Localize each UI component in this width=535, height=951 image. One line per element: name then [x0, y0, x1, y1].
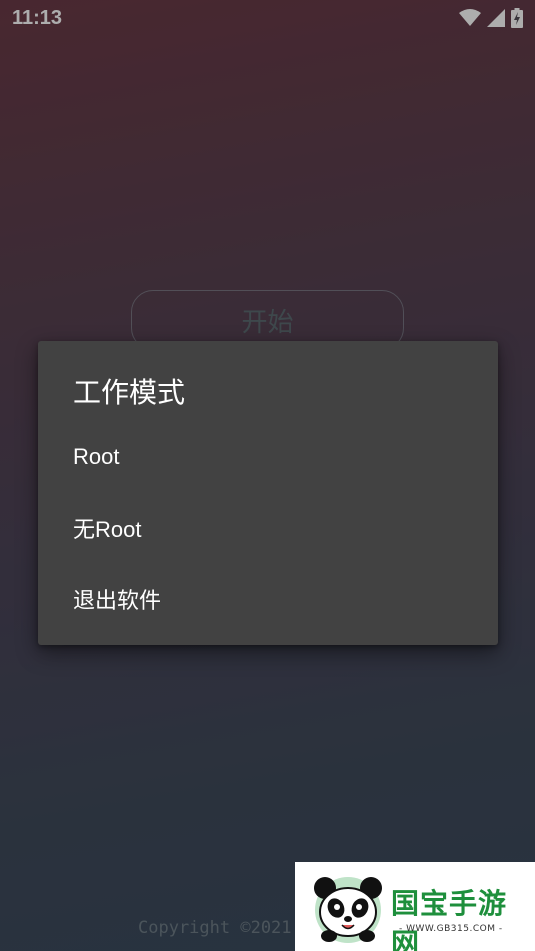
panda-logo-icon [309, 872, 387, 948]
watermark-site-url: - WWW.GB315.COM - [399, 924, 503, 934]
option-root[interactable]: Root [38, 421, 498, 492]
watermark-site-name: 国宝手游网 [391, 887, 508, 951]
dialog-title: 工作模式 [73, 376, 186, 409]
option-no-root[interactable]: 无Root [38, 492, 498, 563]
option-exit-app[interactable]: 退出软件 [38, 563, 498, 634]
watermark: 国宝手游网 - WWW.GB315.COM - [295, 862, 535, 951]
work-mode-dialog: 工作模式 Root 无Root 退出软件 [38, 341, 498, 645]
